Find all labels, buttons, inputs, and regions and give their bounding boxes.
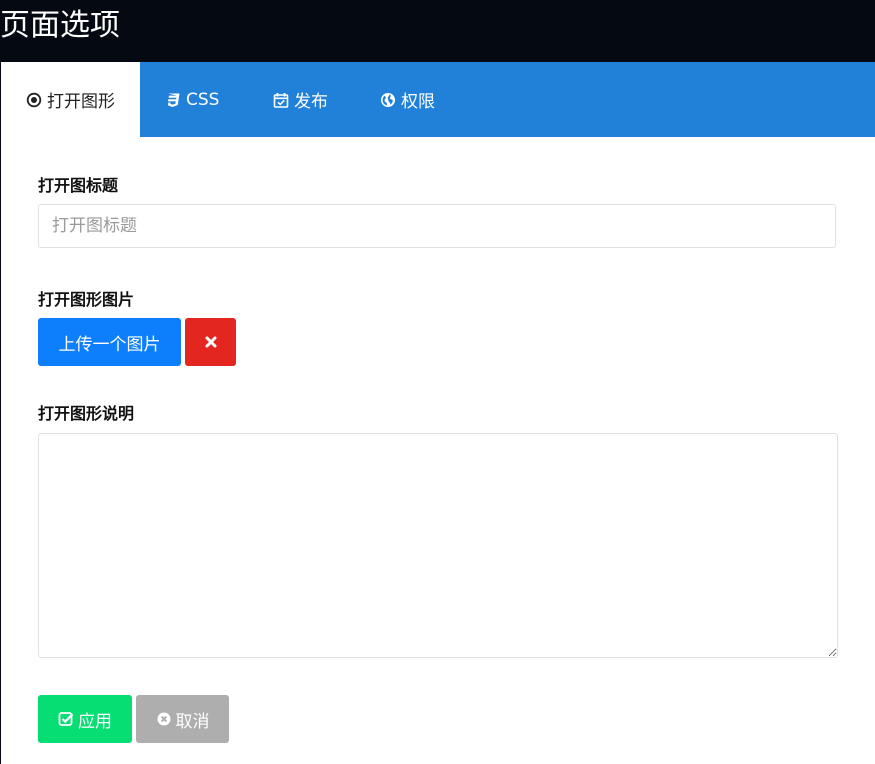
options-panel: 打开图形 CSS 发布 权限 打开图标题 打开图形图片 上传一个图片 打开图 (1, 62, 875, 764)
cancel-button[interactable]: 取消 (136, 695, 229, 743)
apply-label: 应用 (78, 711, 112, 732)
tab-css[interactable]: CSS (165, 62, 219, 137)
apply-button[interactable]: 应用 (38, 695, 132, 743)
tab-label: 发布 (294, 92, 328, 112)
tab-open-shape[interactable]: 打开图形 (1, 62, 140, 137)
times-icon (203, 334, 219, 350)
title-input[interactable] (38, 204, 836, 248)
cancel-label: 取消 (175, 711, 210, 732)
page-title: 页面选项 (0, 8, 120, 43)
tab-label: CSS (186, 89, 220, 110)
title-bar: 页面选项 (0, 0, 875, 62)
upload-image-button[interactable]: 上传一个图片 (38, 318, 181, 366)
tab-label: 打开图形 (47, 92, 115, 112)
image-field-label: 打开图形图片 (38, 290, 135, 309)
tab-publish[interactable]: 发布 (273, 62, 328, 137)
tab-bar: 打开图形 CSS 发布 权限 (1, 62, 875, 137)
check-square-icon (58, 711, 74, 727)
dot-circle-icon (26, 92, 42, 108)
description-textarea[interactable] (38, 433, 838, 658)
calendar-check-icon (273, 92, 289, 108)
tab-label: 权限 (401, 92, 435, 112)
times-circle-icon (156, 711, 172, 727)
tab-permissions[interactable]: 权限 (380, 62, 435, 137)
description-field-label: 打开图形说明 (38, 404, 135, 423)
globe-icon (380, 92, 396, 108)
title-field-label: 打开图标题 (38, 176, 119, 195)
css3-icon (165, 92, 181, 108)
remove-image-button[interactable] (185, 318, 236, 366)
